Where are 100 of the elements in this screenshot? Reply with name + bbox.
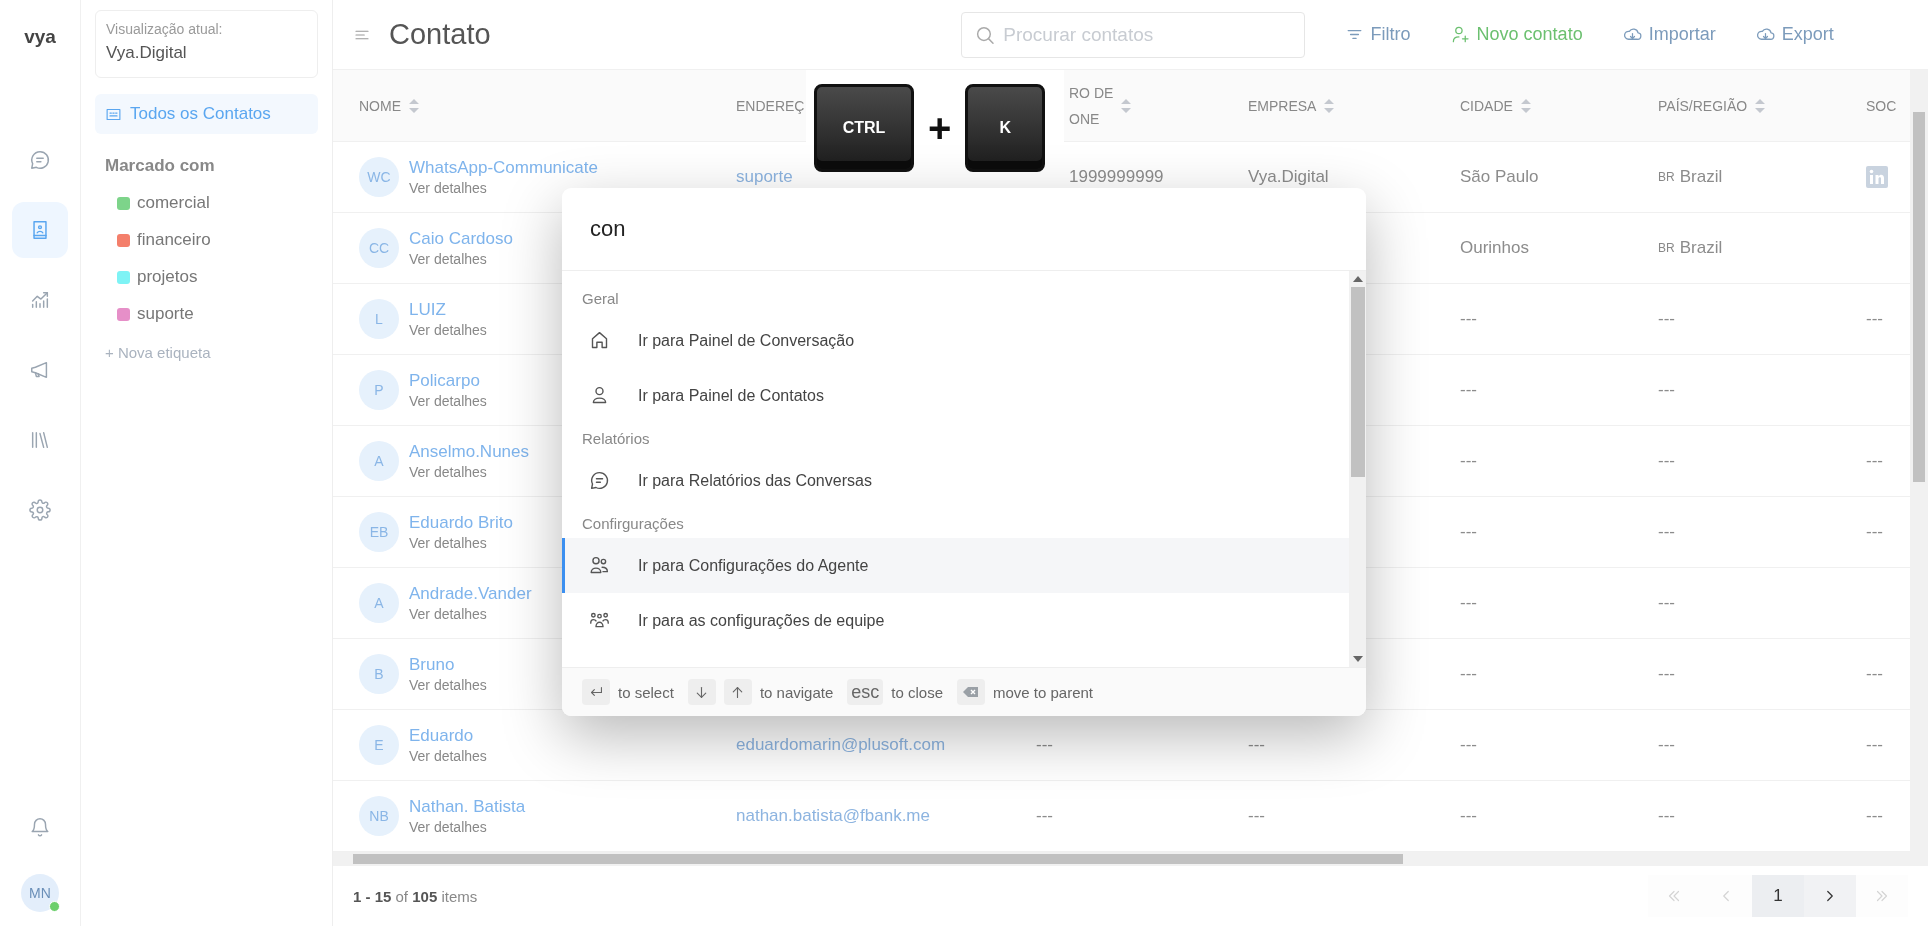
contact-name-link[interactable]: Eduardo Brito — [409, 513, 513, 533]
column-header[interactable]: RO DE ONE — [1069, 79, 1114, 132]
sort-icon[interactable] — [1520, 98, 1531, 113]
column-header[interactable]: ENDEREÇ — [736, 92, 805, 119]
country-text: --- — [1658, 735, 1675, 755]
hint-text: to select — [618, 683, 674, 701]
social-text: --- — [1866, 309, 1883, 329]
sort-icon[interactable] — [1324, 98, 1335, 113]
pagination-summary: 1 - 15 of 105 items — [353, 887, 478, 905]
sort-icon[interactable] — [409, 98, 419, 113]
contact-name-link[interactable]: LUIZ — [409, 300, 446, 320]
city-text: --- — [1460, 451, 1477, 471]
contact-avatar: B — [359, 654, 399, 694]
tag-link[interactable]: projetos — [137, 267, 198, 287]
details-link[interactable]: Ver detalhes — [409, 251, 487, 267]
column-header[interactable]: CIDADE — [1460, 92, 1513, 119]
details-link[interactable]: Ver detalhes — [409, 819, 487, 835]
tags-heading: Marcado com — [104, 156, 216, 176]
contact-name-link[interactable]: Eduardo — [409, 726, 474, 746]
pager-button[interactable] — [1804, 875, 1856, 917]
command-search-field[interactable]: con — [588, 215, 1292, 243]
email-link[interactable]: nathan.batista@fbank.me — [736, 806, 930, 826]
vertical-scrollbar[interactable] — [1910, 70, 1928, 852]
details-link[interactable]: Ver detalhes — [409, 393, 487, 409]
phone-text: --- — [1036, 735, 1053, 755]
toolbar-button[interactable]: Importar — [1622, 24, 1716, 45]
scroll-down-icon[interactable] — [1352, 656, 1363, 662]
city-text: --- — [1460, 522, 1477, 542]
page-button[interactable]: 1 — [1752, 875, 1804, 917]
social-text: --- — [1866, 451, 1883, 471]
city-text: --- — [1460, 593, 1477, 613]
all-contacts-item[interactable]: Todos os Contatos — [95, 94, 318, 134]
backspace-icon — [963, 686, 979, 698]
logo: vya — [24, 26, 56, 48]
email-link[interactable]: eduardomarin@plusoft.com — [736, 735, 946, 755]
contact-name-link[interactable]: Caio Cardoso — [409, 229, 513, 249]
country-text: --- — [1658, 309, 1675, 329]
details-link[interactable]: Ver detalhes — [409, 606, 487, 622]
details-link[interactable]: Ver detalhes — [409, 535, 487, 551]
contact-avatar: EB — [359, 512, 399, 552]
keycap: CTRL — [814, 84, 914, 172]
column-header[interactable]: SOC — [1866, 92, 1897, 119]
chart-icon — [29, 289, 51, 311]
toolbar-button[interactable]: Filtro — [1344, 24, 1411, 45]
horizontal-scrollbar[interactable] — [333, 852, 1928, 866]
details-link[interactable]: Ver detalhes — [409, 180, 487, 196]
country-text: --- — [1658, 451, 1675, 471]
nav-button[interactable] — [12, 202, 68, 258]
details-link[interactable]: Ver detalhes — [409, 464, 487, 480]
contact-name-link[interactable]: Nathan. Batista — [409, 797, 526, 817]
command-item[interactable]: Ir para Relatórios das Conversas — [562, 453, 1349, 508]
details-link[interactable]: Ver detalhes — [409, 748, 487, 764]
country-text: Brazil — [1679, 167, 1723, 187]
new-contact-button[interactable]: Novo contato — [1450, 24, 1583, 45]
toolbar-button[interactable]: Export — [1755, 24, 1834, 45]
chat-icon — [29, 149, 51, 171]
contact-name-link[interactable]: Anselmo.Nunes — [409, 442, 529, 462]
contact-avatar: L — [359, 299, 399, 339]
sort-icon[interactable] — [1755, 98, 1766, 113]
new-tag-link[interactable]: + Nova etiqueta — [95, 344, 318, 361]
command-item[interactable]: Ir para Configurações do Agente — [562, 538, 1349, 593]
company-text: --- — [1248, 806, 1265, 826]
email-link[interactable]: suporte — [736, 167, 793, 187]
country-code: BR — [1658, 170, 1675, 184]
scroll-up-icon[interactable] — [1352, 276, 1363, 282]
tag-link[interactable]: financeiro — [137, 230, 211, 250]
command-item[interactable]: Ir para Painel de Conversação — [562, 313, 1349, 368]
column-header[interactable]: PAÍS/REGIÃO — [1658, 92, 1748, 119]
country-text: --- — [1658, 593, 1675, 613]
users-icon — [589, 555, 610, 576]
hint-text: move to parent — [993, 683, 1094, 701]
command-item[interactable]: Ir para as configurações de equipe — [562, 593, 1349, 648]
books-icon — [29, 429, 51, 451]
contact-name-link[interactable]: Policarpo — [409, 371, 480, 391]
column-header[interactable]: NOME — [359, 92, 401, 119]
phone-text: 1999999999 — [1069, 167, 1164, 187]
page-title: Contato — [389, 18, 491, 51]
details-link[interactable]: Ver detalhes — [409, 677, 487, 693]
hint-text: to close — [891, 683, 943, 701]
user-avatar[interactable]: MN — [21, 874, 59, 912]
contact-avatar: WC — [359, 157, 399, 197]
bell-icon[interactable] — [29, 816, 51, 838]
tag-link[interactable]: comercial — [137, 193, 210, 213]
social-network-icon[interactable] — [1866, 166, 1888, 188]
contact-name-link[interactable]: WhatsApp-Communicate — [409, 158, 598, 178]
city-text: --- — [1460, 806, 1477, 826]
current-view-card[interactable]: Visualização atual: Vya.Digital — [95, 10, 318, 78]
contact-name-link[interactable]: Bruno — [409, 655, 455, 675]
list-scrollbar[interactable] — [1349, 271, 1366, 667]
details-link[interactable]: Ver detalhes — [409, 322, 487, 338]
country-code: BR — [1658, 241, 1675, 255]
tag-link[interactable]: suporte — [137, 304, 194, 324]
column-header[interactable]: EMPRESA — [1248, 92, 1317, 119]
company-text: Vya.Digital — [1248, 167, 1329, 187]
command-item[interactable]: Ir para Painel de Contatos — [562, 368, 1349, 423]
contact-name-link[interactable]: Andrade.Vander — [409, 584, 532, 604]
sort-icon[interactable] — [1121, 98, 1132, 113]
contact-avatar: NB — [359, 796, 399, 836]
country-text: Brazil — [1679, 238, 1723, 258]
plus-sign: + — [928, 105, 952, 151]
